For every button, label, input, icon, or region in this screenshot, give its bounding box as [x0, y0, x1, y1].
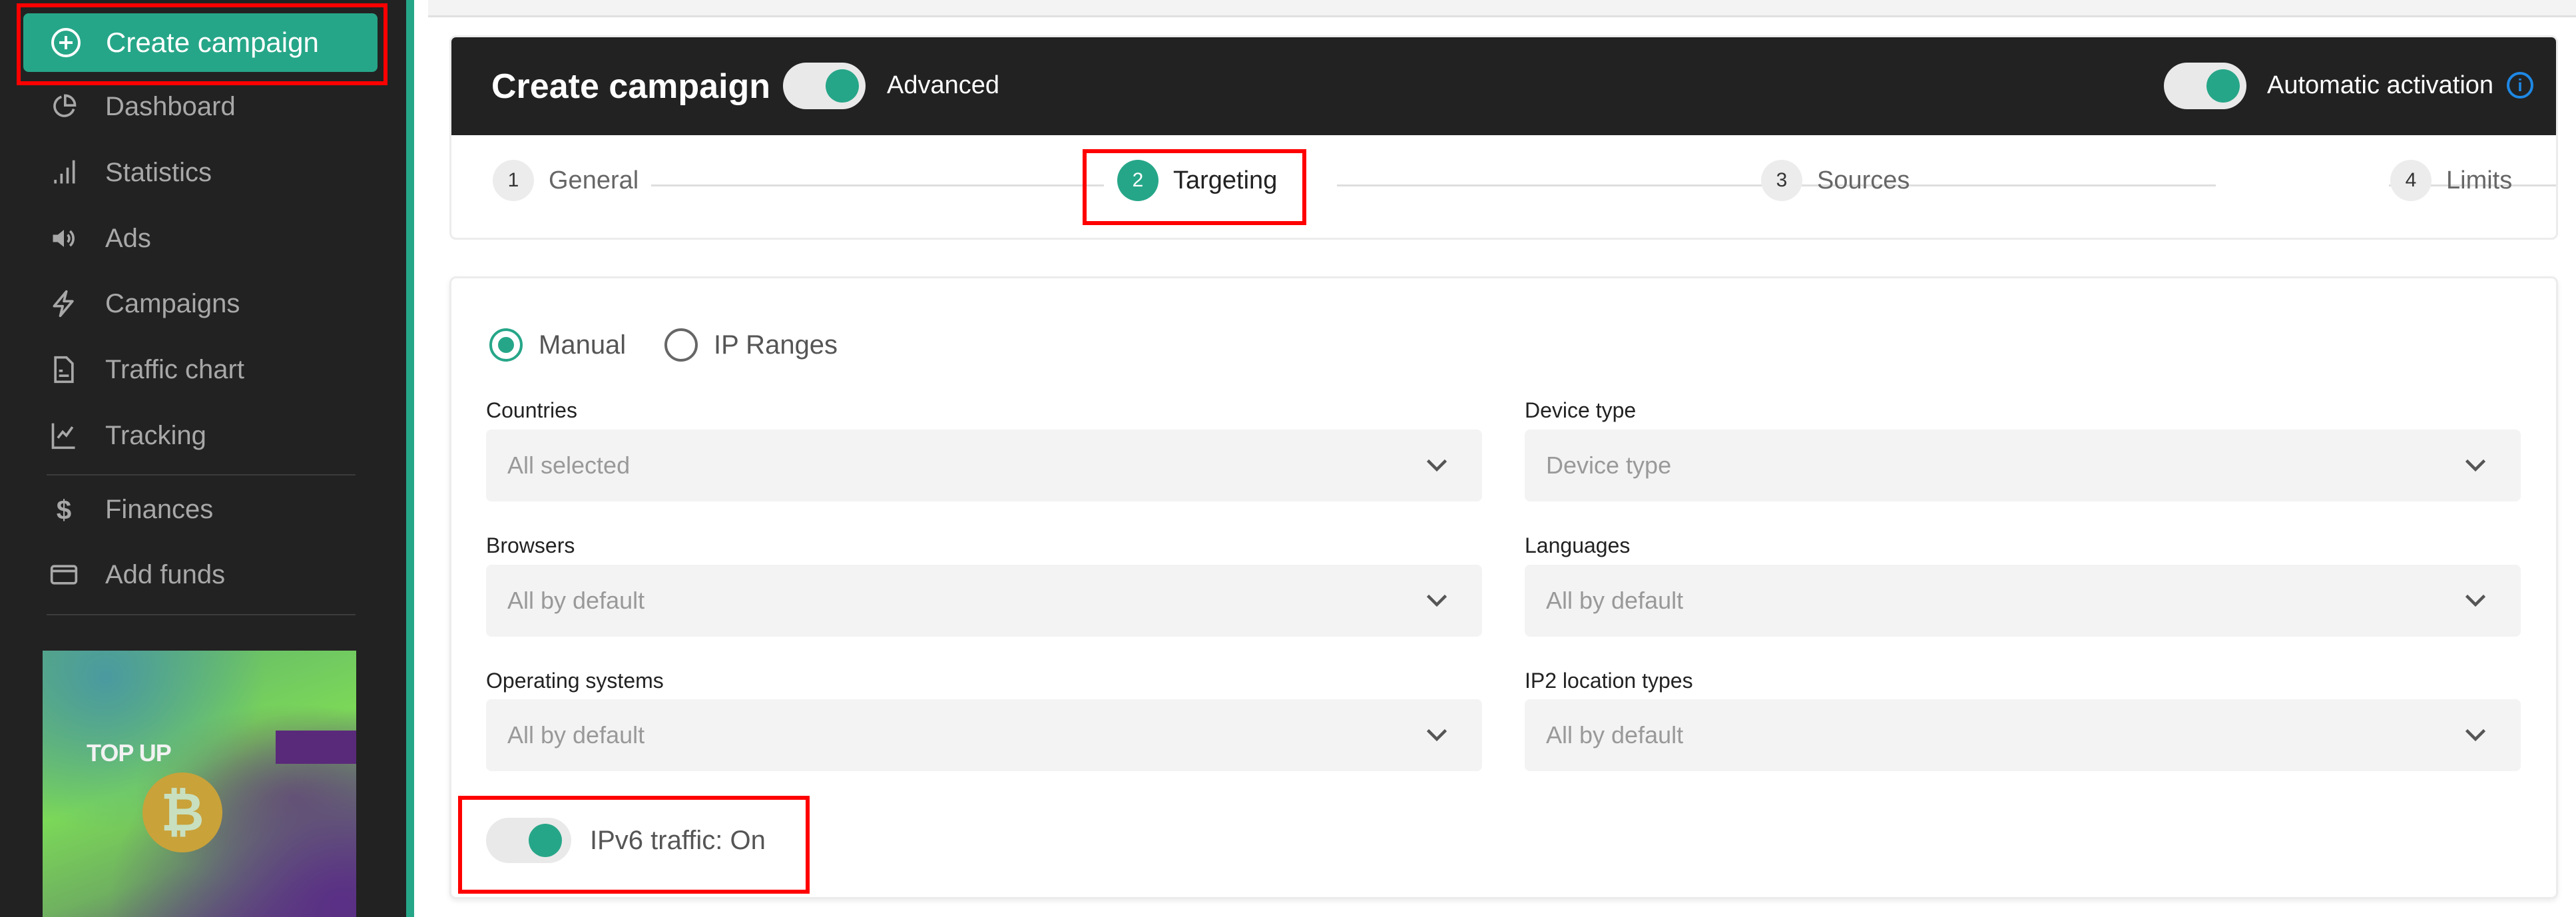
- select-placeholder: Device type: [1546, 452, 1672, 479]
- svg-text:$: $: [57, 495, 71, 524]
- line-chart-icon: [51, 423, 75, 450]
- sidebar-item-tracking[interactable]: Tracking: [40, 409, 373, 462]
- sidebar-item-label: Finances: [105, 495, 214, 524]
- sidebar-item-dashboard[interactable]: Dashboard: [40, 80, 373, 133]
- device-type-select[interactable]: Device type: [1525, 430, 2521, 501]
- device-type-label: Device type: [1525, 398, 1637, 422]
- operating-systems-select[interactable]: All by default: [486, 699, 1482, 771]
- sidebar-divider: [47, 474, 356, 475]
- campaign-header-card: Create campaign Advanced Automatic activ…: [449, 35, 2558, 240]
- automatic-activation-label: Automatic activation: [2267, 71, 2494, 99]
- step-limits[interactable]: 4 Limits: [2390, 157, 2512, 204]
- top-bar: [428, 0, 2576, 17]
- sidebar-item-label: Statistics: [105, 158, 212, 187]
- ip2-location-types-select[interactable]: All by default: [1525, 699, 2521, 771]
- create-campaign-button[interactable]: Create campaign: [23, 13, 378, 72]
- banner-headline: TOP UP: [87, 739, 172, 766]
- countries-label: Countries: [486, 398, 577, 422]
- sidebar-item-label: Traffic chart: [105, 355, 244, 384]
- chevron-down-icon: [2465, 729, 2486, 742]
- toggle-knob: [2206, 69, 2240, 103]
- browsers-label: Browsers: [486, 533, 575, 557]
- ipv6-label: IPv6 traffic: On: [590, 826, 766, 855]
- step-label: Targeting: [1173, 166, 1278, 194]
- banner-decoration: [276, 731, 356, 764]
- languages-label: Languages: [1525, 533, 1631, 557]
- credit-card-icon: [50, 565, 78, 585]
- radio-circle: [489, 328, 523, 362]
- sidebar-edge: [406, 0, 414, 917]
- step-targeting[interactable]: 2 Targeting: [1117, 157, 1277, 204]
- plus-circle-icon: [51, 28, 81, 57]
- chevron-down-icon: [2465, 594, 2486, 607]
- automatic-activation-toggle[interactable]: [2164, 63, 2246, 109]
- select-value: All by default: [1546, 587, 1684, 614]
- sidebar-divider: [47, 614, 356, 615]
- browsers-select[interactable]: All by default: [486, 565, 1482, 637]
- step-label: General: [549, 166, 639, 194]
- step-general[interactable]: 1 General: [493, 157, 639, 204]
- sidebar-item-label: Dashboard: [105, 92, 236, 121]
- step-number: 2: [1117, 160, 1159, 201]
- create-campaign-label: Create campaign: [106, 27, 319, 58]
- dollar-icon: $: [57, 495, 71, 524]
- info-icon[interactable]: i: [2507, 72, 2533, 99]
- chevron-down-icon: [2465, 459, 2486, 472]
- pie-chart-icon: [53, 94, 77, 117]
- operating-systems-label: Operating systems: [486, 669, 664, 693]
- sidebar: Create campaign Dashboard Statistics Ads…: [0, 0, 406, 917]
- radio-label: IP Ranges: [714, 330, 838, 360]
- sidebar-item-finances[interactable]: $ Finances: [40, 483, 373, 536]
- select-value: All by default: [1546, 721, 1684, 749]
- speaker-icon: [53, 230, 75, 247]
- step-number: 3: [1761, 160, 1802, 201]
- sidebar-item-label: Ads: [105, 224, 151, 253]
- step-sources[interactable]: 3 Sources: [1761, 157, 1910, 204]
- step-number: 1: [493, 160, 534, 201]
- toggle-knob: [826, 69, 859, 103]
- chevron-down-icon: [1426, 594, 1447, 607]
- sidebar-item-ads[interactable]: Ads: [40, 212, 373, 265]
- step-connector: [651, 184, 1104, 186]
- radio-label: Manual: [539, 330, 627, 360]
- toggle-knob: [529, 824, 562, 857]
- sidebar-item-label: Add funds: [105, 560, 226, 589]
- campaign-header: Create campaign Advanced Automatic activ…: [451, 37, 2556, 135]
- radio-ip-ranges[interactable]: IP Ranges: [664, 328, 838, 362]
- sidebar-item-label: Campaigns: [105, 289, 240, 318]
- select-value: All by default: [507, 721, 645, 749]
- step-label: Sources: [1817, 166, 1910, 194]
- advanced-label: Advanced: [887, 71, 1000, 99]
- ipv6-toggle[interactable]: [486, 818, 571, 863]
- bitcoin-icon: ₿: [142, 772, 222, 852]
- select-value: All by default: [507, 587, 645, 614]
- step-label: Limits: [2446, 166, 2513, 194]
- sidebar-item-add-funds[interactable]: Add funds: [40, 548, 373, 601]
- languages-select[interactable]: All by default: [1525, 565, 2521, 637]
- sidebar-item-label: Tracking: [105, 421, 206, 450]
- lightning-icon: [53, 290, 74, 318]
- chevron-down-icon: [1426, 459, 1447, 472]
- top-up-banner[interactable]: TOP UP ₿: [43, 651, 356, 917]
- countries-select[interactable]: All selected: [486, 430, 1482, 501]
- step-number: 4: [2390, 160, 2432, 201]
- document-icon: [54, 356, 74, 384]
- sidebar-item-traffic-chart[interactable]: Traffic chart: [40, 343, 373, 396]
- radio-circle: [664, 328, 698, 362]
- sidebar-item-campaigns[interactable]: Campaigns: [40, 277, 373, 330]
- signal-bars-icon: [54, 160, 75, 184]
- page-title: Create campaign: [491, 67, 771, 106]
- advanced-toggle[interactable]: [783, 63, 866, 109]
- chevron-down-icon: [1426, 729, 1447, 742]
- ip2-location-types-label: IP2 location types: [1525, 669, 1693, 693]
- select-value: All selected: [507, 452, 631, 479]
- sidebar-item-statistics[interactable]: Statistics: [40, 146, 373, 199]
- radio-manual[interactable]: Manual: [489, 328, 626, 362]
